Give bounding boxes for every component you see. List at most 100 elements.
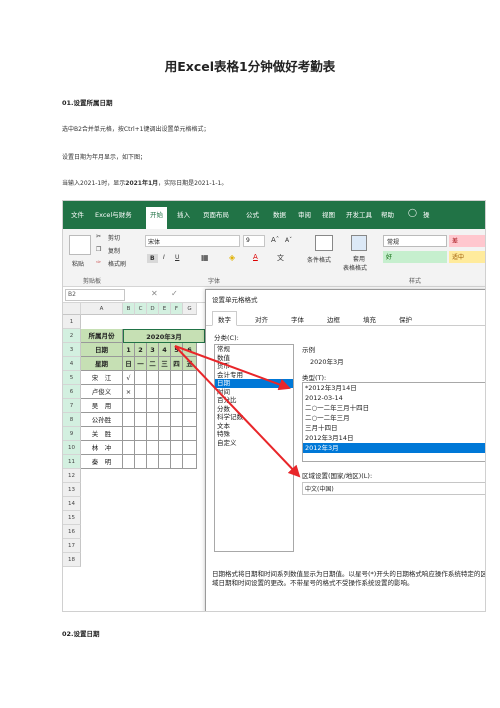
cell-a4[interactable]: 星期 — [81, 357, 123, 371]
row-header[interactable]: 14 — [63, 497, 81, 511]
tab-formulas[interactable]: 公式 — [246, 209, 259, 219]
column-header-e[interactable]: E — [159, 303, 171, 315]
attendance-cell[interactable] — [183, 385, 197, 399]
employee-name-cell[interactable]: 吴 用 — [81, 399, 123, 413]
row-header[interactable]: 12 — [63, 469, 81, 483]
row-header[interactable]: 15 — [63, 511, 81, 525]
attendance-cell[interactable] — [171, 427, 183, 441]
employee-name-cell[interactable]: 公孙胜 — [81, 413, 123, 427]
style-neutral[interactable]: 适中 — [449, 251, 485, 263]
attendance-cell[interactable] — [171, 371, 183, 385]
attendance-cell[interactable] — [147, 455, 159, 469]
italic-button[interactable]: I — [163, 254, 165, 261]
attendance-cell[interactable] — [147, 371, 159, 385]
enter-icon[interactable]: ✓ — [171, 289, 178, 298]
category-item[interactable]: 数值 — [215, 354, 293, 363]
attendance-cell[interactable] — [147, 385, 159, 399]
attendance-cell[interactable] — [183, 371, 197, 385]
attendance-cell[interactable] — [123, 455, 135, 469]
employee-name-cell[interactable]: 秦 明 — [81, 455, 123, 469]
tab-view[interactable]: 视图 — [322, 209, 335, 219]
phonetic-icon[interactable]: 文 — [277, 253, 284, 263]
paste-button[interactable]: 粘贴 — [72, 259, 84, 268]
weekday-cell[interactable]: 三 — [159, 357, 171, 371]
grow-font-icon[interactable]: Aˆ — [271, 236, 279, 244]
employee-name-cell[interactable]: 宋 江 — [81, 371, 123, 385]
attendance-cell[interactable] — [183, 455, 197, 469]
column-header-b[interactable]: B — [123, 303, 135, 315]
category-item[interactable]: 分数 — [215, 405, 293, 414]
font-color-icon[interactable]: A — [253, 253, 258, 261]
attendance-cell[interactable] — [171, 413, 183, 427]
weekday-cell[interactable]: 二 — [147, 357, 159, 371]
clipboard-icon[interactable] — [69, 235, 91, 255]
row-header[interactable]: 4 — [63, 357, 81, 371]
attendance-cell[interactable] — [159, 455, 171, 469]
shrink-font-icon[interactable]: Aˇ — [285, 237, 292, 244]
font-size-select[interactable]: 9 — [243, 235, 265, 247]
type-item[interactable]: 二○一二年三月十四日 — [303, 403, 485, 413]
table-format-label-2[interactable]: 表格格式 — [343, 263, 367, 272]
category-item[interactable]: 百分比 — [215, 396, 293, 405]
attendance-cell[interactable] — [183, 427, 197, 441]
conditional-format-icon[interactable] — [315, 235, 333, 251]
type-item[interactable]: 二○一二年三月 — [303, 413, 485, 423]
row-header[interactable]: 13 — [63, 483, 81, 497]
border-icon[interactable]: ▦ — [201, 253, 209, 262]
cut-button[interactable]: 剪切 — [108, 233, 120, 242]
dialog-tab-protection[interactable]: 保护 — [394, 312, 417, 326]
attendance-cell[interactable] — [159, 385, 171, 399]
copy-icon[interactable]: ❐ — [96, 246, 101, 253]
tab-review[interactable]: 审阅 — [298, 209, 311, 219]
tab-data[interactable]: 数据 — [273, 209, 286, 219]
dialog-tab-number[interactable]: 数字 — [212, 311, 237, 326]
row-header[interactable]: 9 — [63, 427, 81, 441]
tab-insert[interactable]: 插入 — [177, 209, 190, 219]
conditional-format-button[interactable]: 条件格式 — [307, 255, 331, 264]
attendance-cell[interactable] — [135, 399, 147, 413]
attendance-cell[interactable] — [147, 427, 159, 441]
cut-icon[interactable]: ✂ — [96, 233, 101, 240]
attendance-cell[interactable] — [159, 413, 171, 427]
attendance-cell[interactable] — [159, 427, 171, 441]
row-header[interactable]: 10 — [63, 441, 81, 455]
locale-select[interactable]: 中文(中国) — [302, 482, 485, 495]
tab-page-layout[interactable]: 页面布局 — [203, 209, 229, 219]
copy-button[interactable]: 复制 — [108, 246, 120, 255]
type-item[interactable]: *2012年3月14日 — [303, 383, 485, 393]
employee-name-cell[interactable]: 卢俊义 — [81, 385, 123, 399]
select-all-corner[interactable] — [63, 303, 81, 315]
attendance-cell[interactable] — [159, 371, 171, 385]
employee-name-cell[interactable]: 林 冲 — [81, 441, 123, 455]
category-item[interactable]: 常规 — [215, 345, 293, 354]
attendance-cell[interactable] — [135, 427, 147, 441]
category-item[interactable]: 日期 — [215, 379, 293, 388]
category-item[interactable]: 自定义 — [215, 439, 293, 448]
lightbulb-icon[interactable]: ◯ — [408, 208, 417, 217]
row-header[interactable]: 17 — [63, 539, 81, 553]
attendance-cell[interactable] — [159, 399, 171, 413]
style-normal[interactable]: 常规 — [383, 235, 447, 247]
column-header-g[interactable]: G — [183, 303, 197, 315]
tab-excel-finance[interactable]: Excel与财务 — [95, 209, 132, 219]
day-cell[interactable]: 4 — [159, 343, 171, 357]
day-cell[interactable]: 5 — [171, 343, 183, 357]
tab-home[interactable]: 开始 — [146, 207, 167, 229]
style-bad[interactable]: 差 — [449, 235, 485, 247]
row-header[interactable]: 7 — [63, 399, 81, 413]
row-header[interactable]: 18 — [63, 553, 81, 567]
attendance-cell[interactable] — [183, 441, 197, 455]
category-item[interactable]: 特殊 — [215, 430, 293, 439]
tab-help[interactable]: 帮助 — [381, 209, 394, 219]
attendance-cell[interactable] — [171, 455, 183, 469]
type-item[interactable]: 2012年3月 — [303, 443, 485, 453]
attendance-cell[interactable] — [123, 399, 135, 413]
dialog-tab-border[interactable]: 边框 — [322, 312, 345, 326]
cell-a2[interactable]: 所属月份 — [81, 329, 123, 343]
tab-developer[interactable]: 开发工具 — [346, 209, 372, 219]
category-item[interactable]: 科学记数 — [215, 413, 293, 422]
attendance-cell[interactable] — [135, 441, 147, 455]
day-cell[interactable]: 1 — [123, 343, 135, 357]
attendance-cell[interactable] — [147, 399, 159, 413]
type-item[interactable]: 2012-03-14 — [303, 393, 485, 403]
